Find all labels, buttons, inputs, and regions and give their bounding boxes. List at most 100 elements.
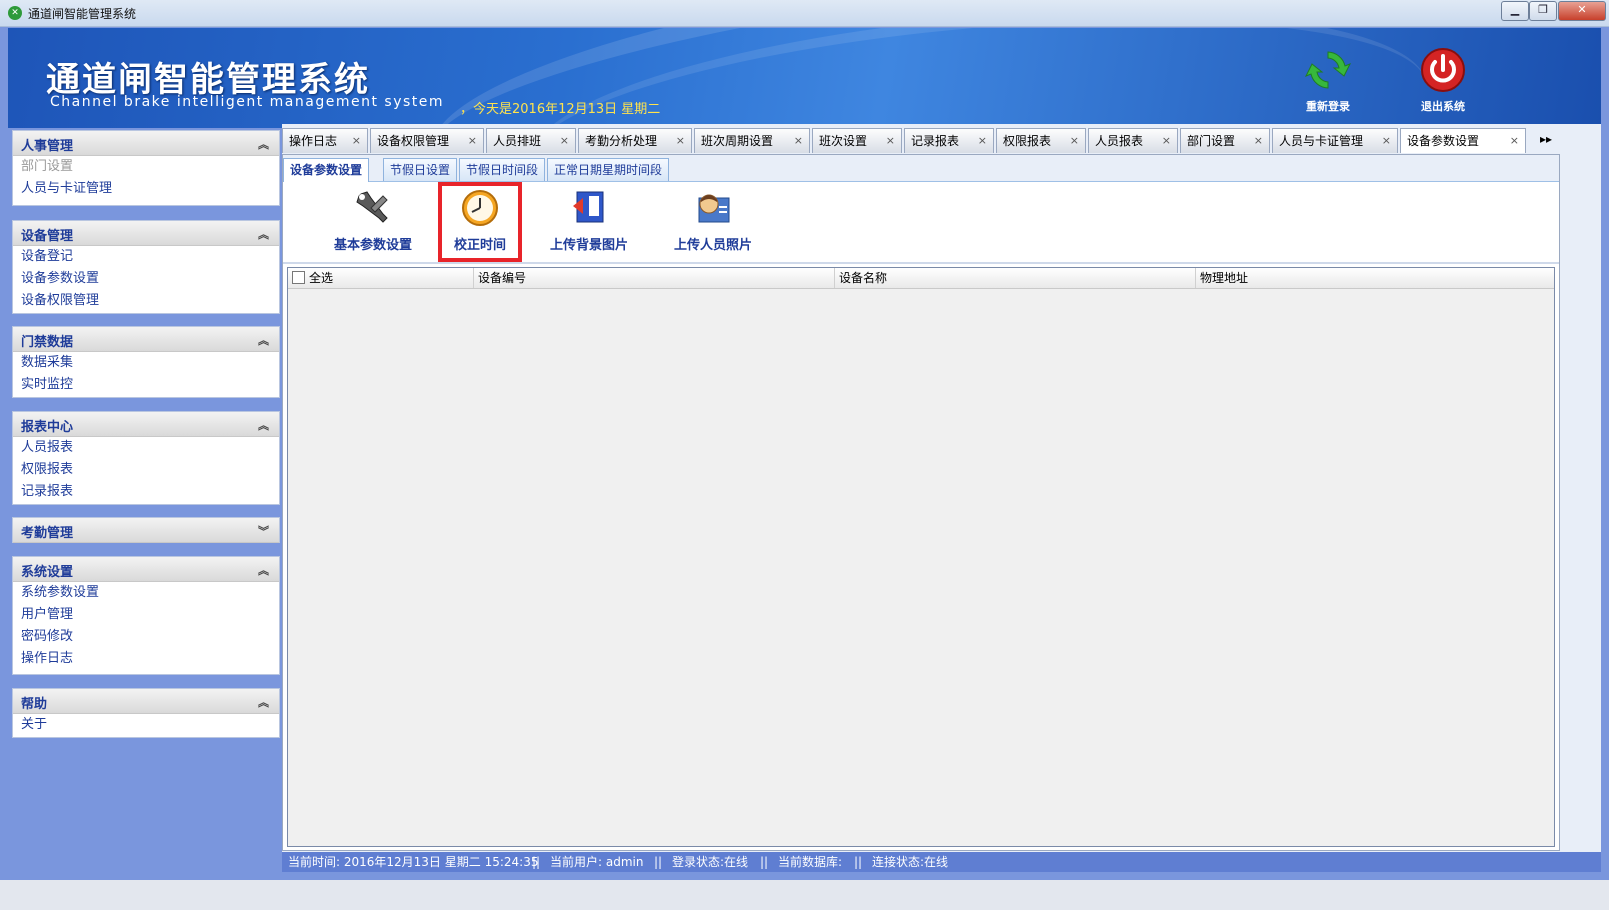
minimize-button[interactable]: ▁ bbox=[1501, 1, 1529, 21]
sidebar-item-realtime-monitor[interactable]: 实时监控 bbox=[13, 374, 279, 396]
chevron-up-icon[interactable]: ︽ bbox=[258, 417, 269, 433]
tab-label: 记录报表 bbox=[911, 134, 960, 148]
sidebar-group-header[interactable]: 报表中心 ︽ bbox=[13, 412, 279, 437]
subtab-holiday-periods[interactable]: 节假日时间段 bbox=[459, 158, 546, 181]
tab-operation-log[interactable]: 操作日志 × bbox=[282, 128, 368, 153]
status-separator: || bbox=[854, 855, 863, 869]
sidebar-item-system-params[interactable]: 系统参数设置 bbox=[13, 582, 279, 604]
window-title: 通道闸智能管理系统 bbox=[28, 7, 137, 21]
upload-photo-button[interactable]: 上传人员照片 bbox=[669, 188, 757, 253]
sidebar-item-data-collect[interactable]: 数据采集 bbox=[13, 352, 279, 374]
tab-device-permission[interactable]: 设备权限管理 × bbox=[370, 128, 484, 153]
tab-scroll-right-icon[interactable]: ▸▸ bbox=[1540, 132, 1552, 146]
basic-params-button[interactable]: 基本参数设置 bbox=[325, 188, 421, 253]
sidebar-group-header[interactable]: 帮助 ︽ bbox=[13, 689, 279, 714]
upload-background-button[interactable]: 上传背景图片 bbox=[545, 188, 633, 253]
column-header-physical-address[interactable]: 物理地址 bbox=[1196, 268, 1554, 288]
tab-label: 权限报表 bbox=[1003, 134, 1052, 148]
subtab-device-params[interactable]: 设备参数设置 bbox=[283, 158, 370, 182]
column-header-device-id[interactable]: 设备编号 bbox=[474, 268, 835, 288]
sidebar-item-personnel-card[interactable]: 人员与卡证管理 bbox=[13, 178, 279, 200]
tab-personnel-report[interactable]: 人员报表 × bbox=[1088, 128, 1178, 153]
sidebar-item-about[interactable]: 关于 bbox=[13, 714, 279, 736]
close-icon[interactable]: × bbox=[886, 129, 895, 153]
close-icon[interactable]: × bbox=[676, 129, 685, 153]
tab-attendance-analysis[interactable]: 考勤分析处理 × bbox=[578, 128, 692, 153]
column-header-device-name[interactable]: 设备名称 bbox=[835, 268, 1196, 288]
device-params-panel: 设备参数设置 节假日设置 节假日时间段 正常日期星期时间段 基本参数设置 校正时… bbox=[282, 154, 1560, 851]
sidebar-item-permission-report[interactable]: 权限报表 bbox=[13, 459, 279, 481]
tab-record-report[interactable]: 记录报表 × bbox=[904, 128, 994, 153]
close-icon[interactable]: × bbox=[560, 129, 569, 153]
upload-background-label: 上传背景图片 bbox=[549, 238, 628, 253]
sidebar-group-title: 帮助 bbox=[21, 697, 48, 712]
tab-label: 部门设置 bbox=[1187, 134, 1236, 148]
sidebar-group-device: 设备管理 ︽ 设备登记 设备参数设置 设备权限管理 bbox=[12, 220, 280, 314]
app-icon: ✕ bbox=[8, 6, 22, 20]
tab-personnel-card[interactable]: 人员与卡证管理 × bbox=[1272, 128, 1398, 153]
close-icon[interactable]: × bbox=[1510, 129, 1519, 153]
close-window-button[interactable]: ✕ bbox=[1558, 1, 1606, 21]
close-icon[interactable]: × bbox=[468, 129, 477, 153]
subtab-holiday-settings[interactable]: 节假日设置 bbox=[383, 158, 458, 181]
chevron-up-icon[interactable]: ︽ bbox=[258, 562, 269, 578]
close-icon[interactable]: × bbox=[1382, 129, 1391, 153]
close-icon[interactable]: × bbox=[794, 129, 803, 153]
chevron-up-icon[interactable]: ︽ bbox=[258, 226, 269, 242]
status-bar: 当前时间: 2016年12月13日 星期二 15:24:35 || 当前用户: … bbox=[282, 852, 1601, 872]
sidebar-item-department[interactable]: 部门设置 bbox=[13, 156, 279, 178]
chevron-up-icon[interactable]: ︽ bbox=[258, 694, 269, 710]
relogin-button[interactable]: 重新登录 bbox=[1293, 46, 1363, 114]
select-all-checkbox[interactable] bbox=[292, 271, 305, 284]
close-icon[interactable]: × bbox=[352, 129, 361, 153]
chevron-up-icon[interactable]: ︽ bbox=[258, 332, 269, 348]
tab-personnel-schedule[interactable]: 人员排班 × bbox=[486, 128, 576, 153]
tab-shift-settings[interactable]: 班次设置 × bbox=[812, 128, 902, 153]
sidebar-group-header[interactable]: 设备管理 ︽ bbox=[13, 221, 279, 246]
relogin-label: 重新登录 bbox=[1306, 100, 1350, 113]
sidebar-item-record-report[interactable]: 记录报表 bbox=[13, 481, 279, 503]
sidebar-group-reports: 报表中心 ︽ 人员报表 权限报表 记录报表 bbox=[12, 411, 280, 505]
exit-label: 退出系统 bbox=[1421, 100, 1465, 113]
device-table: 全选 设备编号 设备名称 物理地址 bbox=[287, 267, 1555, 847]
sidebar-group-title: 人事管理 bbox=[21, 139, 74, 154]
sidebar-group-header[interactable]: 考勤管理 ︾ bbox=[13, 518, 279, 543]
close-icon[interactable]: × bbox=[1070, 129, 1079, 153]
tab-device-params[interactable]: 设备参数设置 × bbox=[1400, 128, 1526, 153]
chevron-up-icon[interactable]: ︽ bbox=[258, 136, 269, 152]
status-database: 当前数据库: bbox=[778, 855, 843, 869]
close-icon[interactable]: × bbox=[1162, 129, 1171, 153]
status-login: 登录状态:在线 bbox=[672, 855, 749, 869]
sidebar-item-user-manage[interactable]: 用户管理 bbox=[13, 604, 279, 626]
tab-permission-report[interactable]: 权限报表 × bbox=[996, 128, 1086, 153]
sidebar-group-title: 系统设置 bbox=[21, 565, 74, 580]
sidebar-item-password[interactable]: 密码修改 bbox=[13, 626, 279, 648]
subtab-weekday-periods[interactable]: 正常日期星期时间段 bbox=[547, 158, 670, 181]
exit-button[interactable]: 退出系统 bbox=[1408, 46, 1478, 114]
close-icon[interactable]: × bbox=[1254, 129, 1263, 153]
sidebar-item-operation-log[interactable]: 操作日志 bbox=[13, 648, 279, 670]
chevron-down-icon[interactable]: ︾ bbox=[258, 523, 269, 539]
system-subtitle: Channel brake intelligent management sys… bbox=[50, 94, 445, 110]
toolbar: 基本参数设置 校正时间 上传背景图片 上传人员照片 bbox=[283, 182, 1559, 264]
wrench-icon bbox=[353, 188, 393, 228]
sidebar-group-header[interactable]: 系统设置 ︽ bbox=[13, 557, 279, 582]
sidebar-group-header[interactable]: 门禁数据 ︽ bbox=[13, 327, 279, 352]
sidebar-group-hr: 人事管理 ︽ 部门设置 人员与卡证管理 bbox=[12, 130, 280, 206]
tab-department[interactable]: 部门设置 × bbox=[1180, 128, 1270, 153]
table-header: 全选 设备编号 设备名称 物理地址 bbox=[288, 268, 1554, 289]
sidebar-item-device-register[interactable]: 设备登记 bbox=[13, 246, 279, 268]
sidebar-item-device-params[interactable]: 设备参数设置 bbox=[13, 268, 279, 290]
tab-label: 人员报表 bbox=[1095, 134, 1144, 148]
maximize-button[interactable]: ❐ bbox=[1529, 1, 1557, 21]
refresh-icon bbox=[1304, 46, 1352, 94]
sidebar-group-title: 设备管理 bbox=[21, 229, 74, 244]
tab-label: 班次设置 bbox=[819, 134, 868, 148]
close-icon[interactable]: × bbox=[978, 129, 987, 153]
select-all-header[interactable]: 全选 bbox=[288, 268, 474, 288]
sidebar-group-title: 报表中心 bbox=[21, 420, 74, 435]
tab-shift-cycle[interactable]: 班次周期设置 × bbox=[694, 128, 810, 153]
sidebar-item-device-permission[interactable]: 设备权限管理 bbox=[13, 290, 279, 312]
sidebar-group-header[interactable]: 人事管理 ︽ bbox=[13, 131, 279, 156]
sidebar-item-personnel-report[interactable]: 人员报表 bbox=[13, 437, 279, 459]
